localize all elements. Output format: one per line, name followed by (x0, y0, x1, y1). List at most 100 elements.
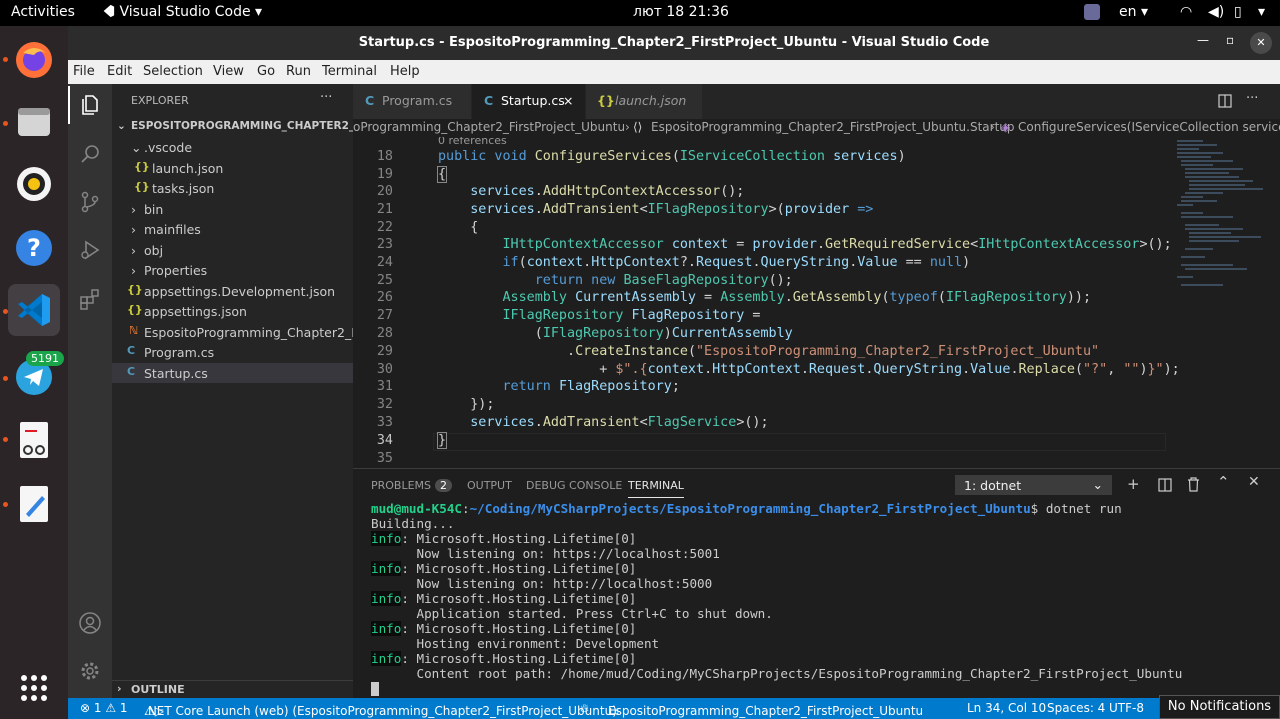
info-tag: info (371, 561, 402, 576)
text-editor-icon[interactable] (8, 478, 60, 530)
battery-icon[interactable]: ▯ (1234, 4, 1242, 20)
codelens-references[interactable]: 0 references (438, 137, 507, 147)
tab-label: Program.cs (382, 93, 453, 108)
help-icon[interactable]: ? (8, 222, 60, 274)
workspace-root-folder[interactable]: ⌄ ESPOSITOPROGRAMMING_CHAPTER2_FIR... (112, 117, 353, 137)
trash-icon[interactable] (1187, 477, 1200, 492)
tab-launch-json[interactable]: {} launch.json (586, 84, 702, 119)
terminal-selector[interactable]: 1: dotnet ⌄ (955, 475, 1112, 495)
source-control-icon[interactable] (78, 190, 102, 214)
status-encoding[interactable]: UTF-8 (1109, 701, 1144, 715)
tree-item-label: launch.json (152, 161, 224, 176)
line-number: 25 (376, 273, 393, 288)
notifications-button[interactable]: No Notifications (1159, 695, 1280, 719)
activities-button[interactable]: Activities (11, 4, 75, 20)
vscode-dock-icon[interactable] (8, 284, 60, 336)
tree-folder-obj[interactable]: › obj (112, 240, 353, 260)
more-actions-icon[interactable]: ··· (320, 90, 332, 105)
tree-folder-bin[interactable]: › bin (112, 199, 353, 219)
search-icon[interactable] (78, 142, 102, 166)
tab-problems[interactable]: PROBLEMS 2 (371, 479, 453, 492)
terminal-line: info: Microsoft.Hosting.Lifetime[0] (371, 561, 636, 576)
settings-gear-icon[interactable] (78, 659, 102, 683)
status-indentation[interactable]: Spaces: 4 (1047, 701, 1105, 715)
app-menu[interactable]: Visual Studio Code ▾ (101, 4, 262, 20)
status-problems[interactable]: ⊗ 1 ⚠ 1 (80, 701, 128, 715)
volume-icon[interactable]: ◀) (1208, 4, 1224, 20)
menu-run[interactable]: Run (286, 64, 311, 79)
tree-folder-properties[interactable]: › Properties (112, 260, 353, 280)
breadcrumb-separator: › (625, 120, 630, 134)
menu-go[interactable]: Go (257, 64, 275, 79)
terminal-line: Hosting environment: Development (371, 636, 660, 651)
breadcrumb: oProgramming_Chapter2_FirstProject_Ubunt… (353, 119, 1280, 137)
terminal-line: info: Microsoft.Hosting.Lifetime[0] (371, 621, 636, 636)
tree-file-appsettings[interactable]: {} appsettings.json (112, 301, 353, 321)
status-cursor-position[interactable]: Ln 34, Col 10 (967, 701, 1046, 715)
svg-text:?: ? (27, 234, 41, 262)
tab-terminal[interactable]: TERMINAL (628, 479, 684, 498)
breadcrumb-class[interactable]: EspositoProgramming_Chapter2_FirstProjec… (651, 120, 1015, 134)
window-titlebar[interactable]: Startup.cs - EspositoProgramming_Chapter… (68, 26, 1280, 60)
menu-view[interactable]: View (213, 64, 244, 79)
menu-bar: File Edit Selection View Go Run Terminal… (68, 60, 1280, 84)
breadcrumb-method[interactable]: ConfigureServices(IServiceCollection ser… (1018, 120, 1280, 134)
tree-file-appsettings-development[interactable]: {} appsettings.Development.json (112, 281, 353, 301)
split-editor-icon[interactable] (1217, 93, 1233, 109)
document-viewer-icon[interactable] (8, 414, 60, 466)
log-head: : Microsoft.Hosting.Lifetime[0] (401, 591, 637, 606)
firefox-icon[interactable] (8, 34, 60, 86)
tab-startup-cs[interactable]: C Startup.cs × (472, 84, 585, 119)
close-tab-icon[interactable]: × (563, 93, 573, 108)
line-number: 21 (376, 202, 393, 217)
csharp-icon: C (365, 93, 375, 108)
menu-file[interactable]: File (73, 64, 95, 79)
clock[interactable]: лют 18 21:36 (633, 4, 729, 20)
menu-terminal[interactable]: Terminal (322, 64, 377, 79)
minimize-button[interactable]: — (1197, 33, 1209, 47)
csharp-icon: C (127, 365, 136, 378)
language-label: en (1119, 4, 1137, 20)
maximize-panel-icon[interactable]: ⌃ (1217, 473, 1230, 491)
run-debug-icon[interactable] (78, 238, 102, 262)
tab-debug-console[interactable]: DEBUG CONSOLE (526, 479, 622, 492)
minimap[interactable] (1173, 137, 1273, 297)
explorer-icon[interactable] (78, 93, 102, 117)
extensions-icon[interactable] (78, 287, 102, 311)
tree-file-csproj[interactable]: ℕ EspositoProgramming_Chapter2_Fi... (112, 322, 353, 342)
menu-help[interactable]: Help (390, 64, 420, 79)
maximize-button[interactable]: ▫ (1226, 33, 1234, 47)
close-window-button[interactable]: ✕ (1250, 32, 1272, 54)
code-editor[interactable]: 0 references 18 19 20 21 22 23 24 25 26 … (353, 137, 1280, 468)
wifi-icon[interactable]: ◠ (1180, 4, 1192, 20)
tab-program-cs[interactable]: C Program.cs (353, 84, 471, 119)
new-terminal-icon[interactable]: + (1127, 475, 1140, 493)
tree-file-launch-json[interactable]: {} launch.json (112, 158, 353, 178)
code-line: + $".{context.HttpContext.Request.QueryS… (438, 362, 1180, 377)
language-indicator[interactable]: en ▾ (1119, 4, 1148, 20)
tab-output[interactable]: OUTPUT (467, 479, 512, 492)
tree-folder-mainfiles[interactable]: › mainfiles (112, 219, 353, 239)
outline-section[interactable]: › OUTLINE (112, 680, 353, 698)
tree-file-startup-cs[interactable]: C Startup.cs (112, 363, 353, 383)
accounts-icon[interactable] (78, 611, 102, 635)
tree-folder-vscode[interactable]: ⌄ .vscode (112, 137, 353, 157)
breadcrumb-project[interactable]: oProgramming_Chapter2_FirstProject_Ubunt… (353, 120, 625, 134)
power-menu-icon[interactable]: ▾ (1258, 4, 1265, 20)
terminal-cursor (371, 682, 379, 696)
flame-icon[interactable]: 🔥︎ (580, 701, 589, 716)
menu-edit[interactable]: Edit (107, 64, 132, 79)
indicator-icon[interactable] (1084, 4, 1100, 20)
more-actions-icon[interactable]: ··· (1246, 91, 1258, 106)
menu-selection[interactable]: Selection (143, 64, 203, 79)
split-terminal-icon[interactable] (1158, 478, 1172, 492)
tree-item-label: Program.cs (144, 345, 215, 360)
close-panel-icon[interactable]: ✕ (1248, 474, 1260, 490)
rhythmbox-icon[interactable] (8, 158, 60, 210)
tree-file-tasks-json[interactable]: {} tasks.json (112, 178, 353, 198)
files-icon[interactable] (8, 96, 60, 148)
tree-file-program-cs[interactable]: C Program.cs (112, 342, 353, 362)
csharp-icon: C (484, 93, 494, 108)
line-number: 19 (376, 167, 393, 182)
show-applications-icon[interactable] (8, 662, 60, 714)
